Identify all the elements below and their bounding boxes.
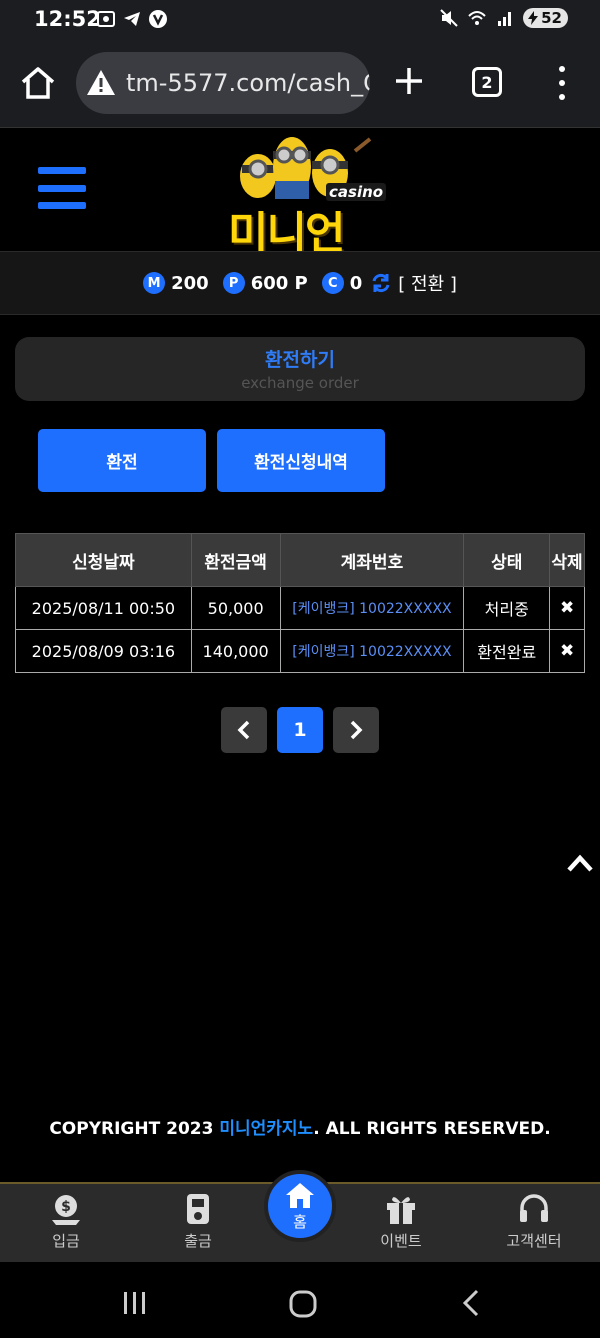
scroll-to-top-icon[interactable] xyxy=(566,852,594,874)
header-delete: 삭제 xyxy=(549,533,585,587)
more-menu-icon[interactable] xyxy=(552,66,572,100)
page-title: 환전하기 xyxy=(265,349,335,371)
row-status: 환전완료 xyxy=(463,629,551,673)
coupon-badge-icon: C xyxy=(321,272,344,294)
balance-bar: M 200 P 600 P C 0 [ 전환 ] xyxy=(0,251,600,315)
wifi-icon xyxy=(468,11,486,25)
battery-charging-icon xyxy=(528,11,539,25)
exchange-button[interactable]: 환전 xyxy=(38,429,206,492)
table-header-row: 신청날짜 환전금액 계좌번호 상태 삭제 xyxy=(15,533,585,587)
nav-home[interactable]: 홈 xyxy=(264,1170,336,1242)
chevron-right-icon xyxy=(350,720,363,740)
prev-page-button[interactable] xyxy=(221,707,267,753)
status-right: 52 xyxy=(439,8,568,28)
page-number-button[interactable]: 1 xyxy=(277,707,323,753)
point-badge-icon: P xyxy=(222,272,245,294)
copyright: COPYRIGHT 2023 미니언카지노. ALL RIGHTS RESERV… xyxy=(0,1114,600,1139)
status-left-icons xyxy=(96,9,168,29)
delete-icon[interactable]: ✖ xyxy=(560,641,574,661)
new-tab-icon[interactable] xyxy=(392,64,426,98)
exchange-history-table: 신청날짜 환전금액 계좌번호 상태 삭제 2025/08/11 00:50 50… xyxy=(15,533,585,673)
address-bar[interactable]: tm-5577.com/cash_C xyxy=(76,52,370,114)
status-time: 12:52 xyxy=(34,7,101,31)
page-title-box: 환전하기 exchange order xyxy=(15,337,585,401)
deposit-icon: $ xyxy=(52,1195,80,1225)
table-row: 2025/08/09 03:16 140,000 [케이뱅크] 10022XXX… xyxy=(15,629,585,673)
copyright-suffix: . ALL RIGHTS RESERVED. xyxy=(313,1119,551,1139)
row-account: [케이뱅크] 10022XXXXX xyxy=(279,586,465,630)
withdraw-icon xyxy=(187,1194,209,1224)
row-amount: 140,000 xyxy=(190,629,281,673)
battery-level: 52 xyxy=(541,9,562,27)
pagination: 1 xyxy=(221,707,379,753)
row-date: 2025/08/09 03:16 xyxy=(15,629,192,673)
site-logo[interactable]: casino 미니언 xyxy=(220,131,387,259)
url-text[interactable]: tm-5577.com/cash_C xyxy=(126,69,370,97)
status-bar: 12:52 52 xyxy=(0,0,600,40)
system-nav-bar xyxy=(0,1262,600,1338)
copyright-prefix: COPYRIGHT 2023 xyxy=(49,1119,220,1139)
screenshot-icon xyxy=(97,11,115,27)
money-badge-icon: M xyxy=(143,272,166,294)
nav-home-label: 홈 xyxy=(293,1212,307,1231)
next-page-button[interactable] xyxy=(333,707,379,753)
table-row: 2025/08/11 00:50 50,000 [케이뱅크] 10022XXXX… xyxy=(15,586,585,630)
mute-icon xyxy=(440,9,458,27)
exchange-history-button[interactable]: 환전신청내역 xyxy=(217,429,385,492)
header-date: 신청날짜 xyxy=(15,533,192,587)
row-status: 처리중 xyxy=(463,586,551,630)
back-icon[interactable] xyxy=(460,1288,482,1318)
tab-switcher-button[interactable]: 2 xyxy=(472,67,502,97)
svg-text:$: $ xyxy=(61,1199,71,1215)
header-status: 상태 xyxy=(463,533,551,587)
hamburger-menu-icon[interactable] xyxy=(38,167,86,209)
nav-deposit[interactable]: $ 입금 xyxy=(21,1192,111,1251)
recent-apps-icon[interactable] xyxy=(122,1290,148,1316)
coupon-balance: 0 xyxy=(349,272,363,294)
delete-icon[interactable]: ✖ xyxy=(560,598,574,618)
system-home-icon[interactable] xyxy=(289,1290,317,1318)
telegram-icon xyxy=(124,12,140,26)
copyright-brand[interactable]: 미니언카지노 xyxy=(219,1119,313,1139)
headset-icon xyxy=(520,1194,548,1222)
row-amount: 50,000 xyxy=(190,586,281,630)
gift-icon xyxy=(387,1197,415,1224)
refresh-icon[interactable] xyxy=(370,272,392,294)
battery-indicator: 52 xyxy=(523,8,568,28)
money-balance: 200 xyxy=(171,272,209,294)
warning-icon[interactable] xyxy=(86,68,116,98)
nav-deposit-label: 입금 xyxy=(52,1232,80,1250)
point-balance: 600 P xyxy=(250,272,308,294)
browser-home-icon[interactable] xyxy=(20,66,56,100)
nav-support[interactable]: 고객센터 xyxy=(489,1192,579,1251)
row-account: [케이뱅크] 10022XXXXX xyxy=(279,629,465,673)
browser-toolbar: tm-5577.com/cash_C 2 xyxy=(0,40,600,128)
switch-button[interactable]: [ 전환 ] xyxy=(398,270,457,296)
nav-withdraw-label: 출금 xyxy=(184,1232,212,1250)
signal-icon xyxy=(498,12,512,26)
nav-withdraw[interactable]: 출금 xyxy=(153,1192,243,1251)
nav-support-label: 고객센터 xyxy=(506,1232,562,1250)
header-amount: 환전금액 xyxy=(190,533,281,587)
nav-event-label: 이벤트 xyxy=(380,1232,422,1250)
vpn-icon xyxy=(149,10,167,28)
page-subtitle: exchange order xyxy=(241,374,359,392)
row-date: 2025/08/11 00:50 xyxy=(15,586,192,630)
nav-event[interactable]: 이벤트 xyxy=(356,1192,446,1251)
chevron-left-icon xyxy=(237,720,250,740)
header-account: 계좌번호 xyxy=(279,533,465,587)
site-header: casino 미니언 xyxy=(0,129,600,259)
home-icon xyxy=(286,1182,314,1208)
